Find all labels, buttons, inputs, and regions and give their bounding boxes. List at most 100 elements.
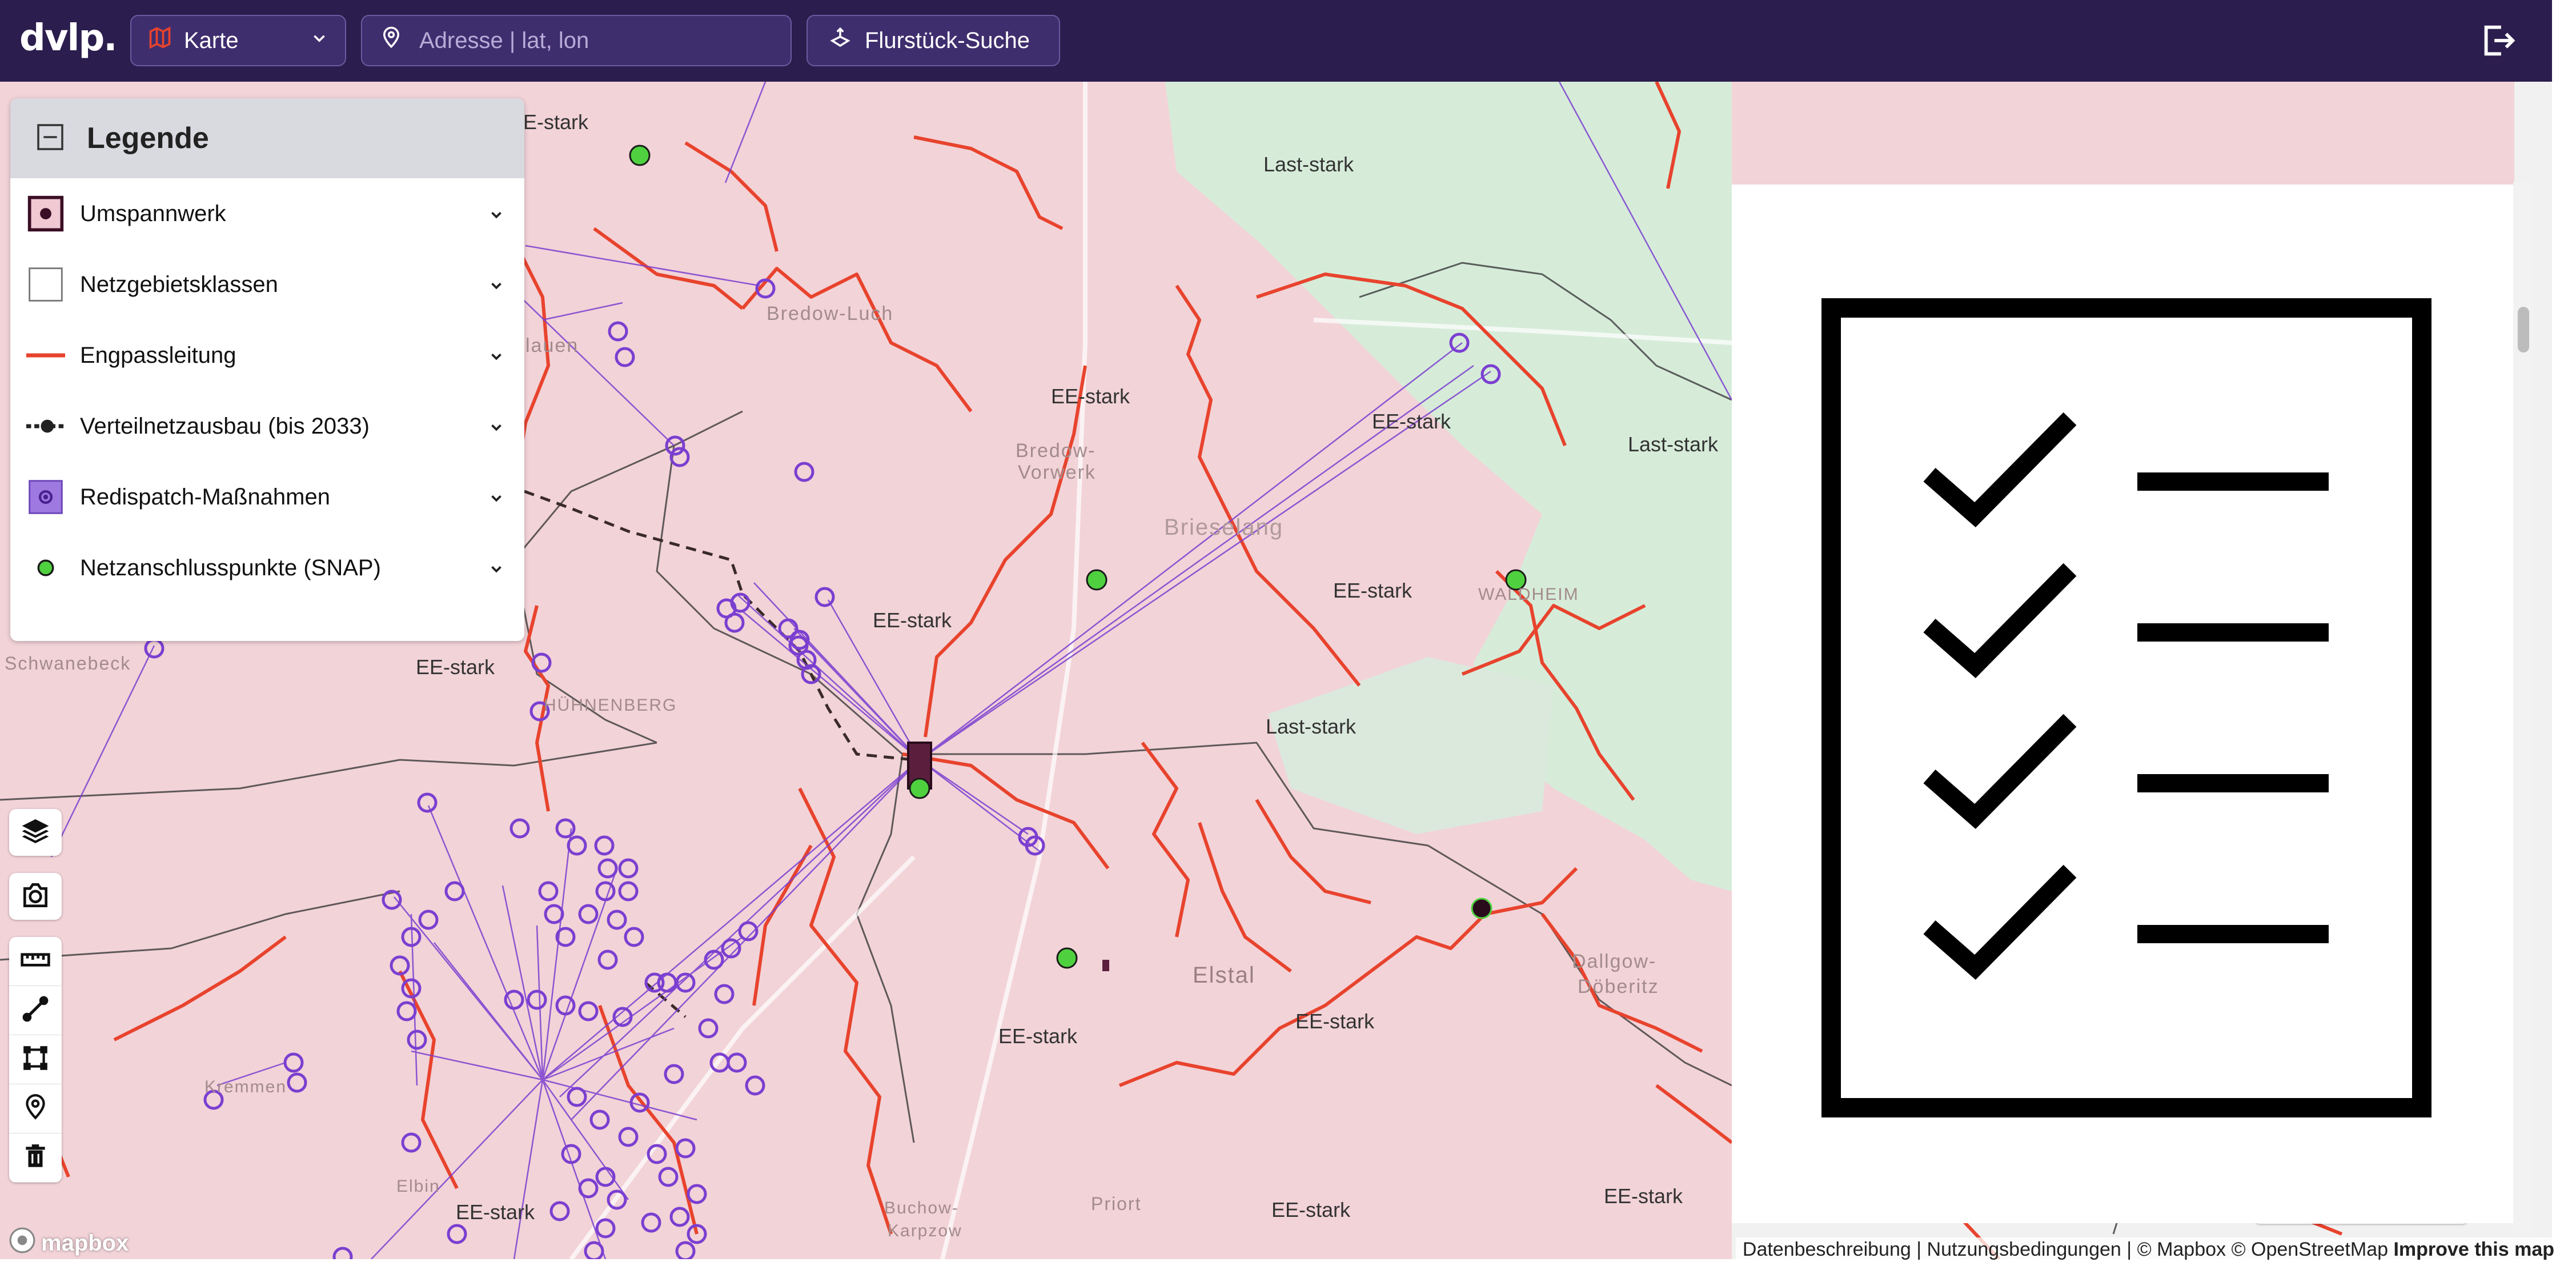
delete-button[interactable]: [9, 1133, 62, 1183]
legend-item-network-classes[interactable]: Netzgebietsklassen: [10, 249, 524, 320]
parcel-search-label: Flurstück-Suche: [865, 27, 1030, 53]
chevron-down-icon[interactable]: [488, 203, 505, 229]
chevron-down-icon[interactable]: [488, 345, 505, 371]
svg-text:Dallgow-: Dallgow-: [1572, 951, 1656, 972]
terms-link[interactable]: Nutzungsbedingungen: [1927, 1239, 2121, 1260]
svg-text:EE-stark: EE-stark: [873, 608, 952, 632]
svg-text:Schwanebeck: Schwanebeck: [5, 653, 131, 674]
legend-item-substation[interactable]: Umspannwerk: [10, 178, 524, 249]
draw-line-icon: [21, 995, 50, 1026]
svg-text:lauen: lauen: [525, 335, 579, 356]
svg-text:Brieselang: Brieselang: [1164, 515, 1283, 540]
checklist-icon: [1821, 298, 2431, 1117]
ruler-icon: [19, 944, 51, 979]
measure-button[interactable]: [9, 937, 62, 986]
green-dot-icon: [25, 547, 66, 588]
svg-text:EE-stark: EE-stark: [416, 655, 495, 679]
attribution-separator: |: [2126, 1239, 2132, 1260]
attribution-separator: |: [1916, 1239, 1922, 1260]
top-bar: dvlp. Karte Flurstück-Suche: [0, 0, 2552, 82]
address-search[interactable]: [361, 15, 792, 66]
svg-text:Bredow-: Bredow-: [1016, 440, 1096, 462]
draw-polygon-icon: [21, 1044, 50, 1075]
marker-button[interactable]: [9, 1084, 62, 1133]
improve-map-link[interactable]: Improve this map: [2393, 1239, 2554, 1260]
address-search-input[interactable]: [418, 27, 773, 54]
empty-square-icon: [25, 264, 66, 305]
draw-polygon-button[interactable]: [9, 1035, 62, 1084]
draw-line-button[interactable]: [9, 986, 62, 1035]
dashed-line-dot-icon: [25, 406, 66, 447]
svg-text:Last-stark: Last-stark: [1266, 715, 1357, 738]
legend-header[interactable]: Legende: [10, 98, 524, 178]
chevron-down-icon[interactable]: [488, 487, 505, 512]
svg-text:E-stark: E-stark: [523, 110, 589, 134]
parcel-search-button[interactable]: Flurstück-Suche: [806, 15, 1060, 66]
svg-text:EE-stark: EE-stark: [1271, 1198, 1351, 1221]
legend-item-label: Redispatch-Maßnahmen: [80, 484, 330, 510]
red-line-icon: [25, 335, 66, 376]
svg-text:EE-stark: EE-stark: [456, 1200, 535, 1224]
purple-square-icon: [25, 476, 66, 518]
mapbox-copyright-link[interactable]: © Mapbox: [2137, 1239, 2226, 1260]
parcel-icon: [828, 26, 852, 55]
map-attribution: Datenbeschreibung | Nutzungsbedingungen …: [1735, 1237, 2561, 1262]
location-pin-icon: [379, 26, 403, 55]
screenshot-button[interactable]: [9, 873, 62, 920]
chevron-down-icon[interactable]: [488, 558, 505, 583]
panel-scrollbar[interactable]: [2513, 182, 2534, 1233]
substation-square-icon: [25, 193, 66, 234]
svg-text:Karpzow: Karpzow: [888, 1221, 962, 1240]
trash-icon: [21, 1142, 50, 1173]
legend-item-bottleneck[interactable]: Engpassleitung: [10, 320, 524, 391]
legend-item-label: Umspannwerk: [80, 201, 226, 226]
svg-text:Vorwerk: Vorwerk: [1018, 462, 1096, 483]
svg-text:EE-stark: EE-stark: [998, 1024, 1078, 1048]
chevron-down-icon: [310, 28, 329, 54]
legend-panel: Legende Umspannwerk Netzgebietsklassen E…: [10, 98, 524, 641]
map-toolbar: [9, 809, 62, 1183]
svg-text:Last-stark: Last-stark: [1628, 432, 1719, 456]
mapbox-icon: [8, 1226, 37, 1260]
svg-text:Last-stark: Last-stark: [1263, 153, 1354, 176]
legend-item-label: Engpassleitung: [80, 342, 236, 368]
osm-copyright-link[interactable]: © OpenStreetMap: [2232, 1239, 2389, 1260]
map-type-select[interactable]: Karte: [130, 15, 346, 66]
svg-text:EE-stark: EE-stark: [1604, 1184, 1683, 1208]
mapbox-logo[interactable]: mapbox: [8, 1226, 129, 1260]
mapbox-logo-text: mapbox: [41, 1230, 129, 1256]
collapse-icon[interactable]: [34, 121, 66, 156]
svg-text:Kremmen: Kremmen: [204, 1077, 287, 1096]
svg-text:EE-stark: EE-stark: [1051, 384, 1130, 408]
legend-item-grid-expansion[interactable]: Verteilnetzausbau (bis 2033): [10, 391, 524, 462]
svg-text:Döberitz: Döberitz: [1578, 976, 1659, 997]
marker-icon: [21, 1093, 50, 1124]
svg-text:Elstal: Elstal: [1193, 963, 1255, 988]
svg-text:WALDHEIM: WALDHEIM: [1478, 585, 1579, 604]
svg-text:EE-stark: EE-stark: [1295, 1009, 1375, 1033]
logout-icon[interactable]: [2478, 21, 2518, 63]
legend-item-label: Netzanschlusspunkte (SNAP): [80, 555, 381, 580]
svg-text:Priort: Priort: [1091, 1193, 1141, 1214]
legend-title: Legende: [87, 122, 209, 155]
svg-text:Bredow-Luch: Bredow-Luch: [767, 303, 893, 324]
checklist-overlay: [1732, 185, 2514, 1223]
app-logo[interactable]: dvlp.: [19, 17, 118, 59]
chevron-down-icon[interactable]: [488, 274, 505, 300]
svg-text:Buchow-: Buchow-: [884, 1199, 959, 1217]
legend-item-label: Verteilnetzausbau (bis 2033): [80, 413, 370, 439]
map-type-value: Karte: [184, 27, 239, 53]
svg-text:EE-stark: EE-stark: [1372, 410, 1451, 433]
legend-item-redispatch[interactable]: Redispatch-Maßnahmen: [10, 462, 524, 532]
data-description-link[interactable]: Datenbeschreibung: [1743, 1239, 1911, 1260]
legend-item-snap[interactable]: Netzanschlusspunkte (SNAP): [10, 532, 524, 603]
layers-button[interactable]: [9, 809, 62, 856]
svg-text:Elbin: Elbin: [396, 1177, 440, 1196]
svg-text:EE-stark: EE-stark: [1333, 579, 1413, 602]
chevron-down-icon[interactable]: [488, 416, 505, 442]
camera-icon: [19, 879, 51, 914]
layers-icon: [19, 815, 51, 850]
legend-item-label: Netzgebietsklassen: [80, 271, 278, 297]
map-icon: [147, 25, 172, 56]
svg-text:HÜHNENBERG: HÜHNENBERG: [544, 696, 677, 715]
